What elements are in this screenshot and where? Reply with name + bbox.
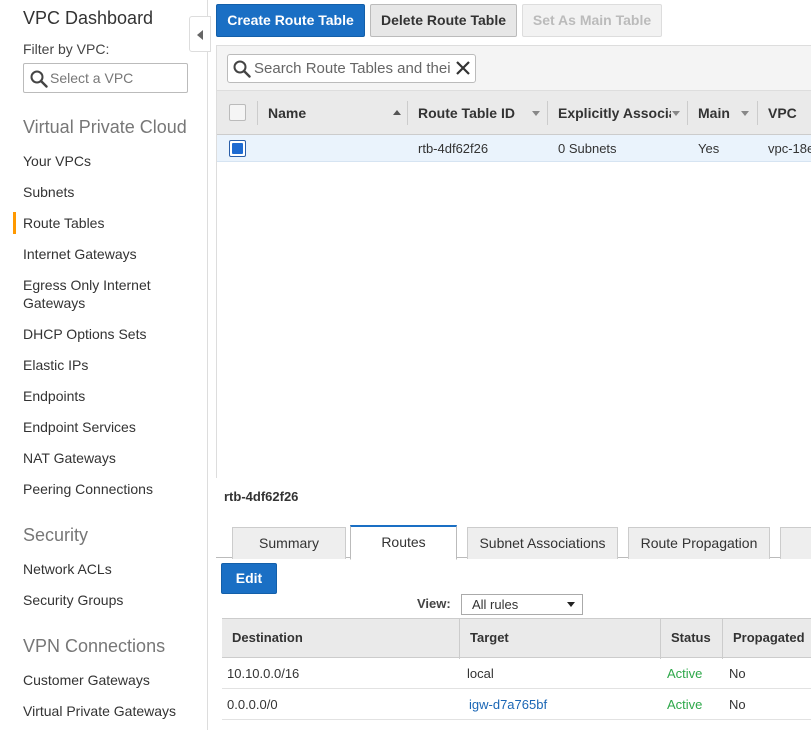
sort-ascending-icon[interactable] (393, 110, 401, 115)
column-header-vpc[interactable]: VPC (768, 91, 811, 135)
column-divider (407, 101, 408, 125)
set-as-main-table-button[interactable]: Set As Main Table (522, 4, 662, 37)
sort-icon[interactable] (741, 111, 749, 116)
column-header-status: Status (661, 619, 723, 659)
column-divider (687, 101, 688, 125)
chevron-left-icon (197, 30, 203, 40)
column-header-explicitly-associated[interactable]: Explicitly Associat (558, 91, 671, 135)
column-header-main[interactable]: Main (698, 91, 738, 135)
search-bar: Search Route Tables and thei (217, 46, 811, 91)
column-header-target: Target (460, 619, 661, 659)
column-header-destination: Destination (222, 619, 460, 659)
sidebar-item-your-vpcs[interactable]: Your VPCs (23, 152, 203, 170)
filter-by-vpc-label: Filter by VPC: (23, 41, 110, 57)
cell-propagated: No (729, 666, 746, 681)
cell-route-table-id: rtb-4df62f26 (418, 141, 489, 156)
sidebar-item-nat-gateways[interactable]: NAT Gateways (23, 449, 203, 467)
sort-icon[interactable] (532, 111, 540, 116)
column-header-route-table-id[interactable]: Route Table ID (418, 91, 533, 135)
column-divider (547, 101, 548, 125)
sidebar-item-peering-connections[interactable]: Peering Connections (23, 480, 203, 498)
sidebar-item-subnets[interactable]: Subnets (23, 183, 203, 201)
cell-destination: 0.0.0.0/0 (227, 697, 278, 712)
delete-route-table-button[interactable]: Delete Route Table (370, 4, 517, 37)
status-badge: Active (667, 697, 703, 712)
cell-target: local (467, 666, 494, 681)
sidebar-title[interactable]: VPC Dashboard (23, 8, 153, 29)
routes-table-header: Destination Target Status Propagated (222, 618, 811, 659)
detail-title: rtb-4df62f26 (224, 489, 299, 504)
create-route-table-button[interactable]: Create Route Table (216, 4, 365, 37)
sidebar-item-elastic-ips[interactable]: Elastic IPs (23, 356, 203, 374)
sidebar-item-customer-gateways[interactable]: Customer Gateways (23, 671, 203, 689)
detail-tabs: Summary Routes Subnet Associations Route… (216, 525, 811, 560)
tab-more[interactable] (780, 527, 811, 559)
column-divider (757, 101, 758, 125)
column-divider (257, 101, 258, 125)
section-virtual-private-cloud: Virtual Private Cloud (23, 117, 187, 137)
sidebar-item-endpoint-services[interactable]: Endpoint Services (23, 418, 203, 436)
column-header-propagated: Propagated (733, 630, 805, 645)
sidebar-item-route-tables[interactable]: Route Tables (13, 212, 203, 234)
search-icon (233, 60, 251, 78)
route-tables-panel: Search Route Tables and thei Name Route … (216, 45, 811, 478)
view-label: View: (417, 596, 451, 611)
vpc-filter-select[interactable] (23, 63, 188, 93)
dropdown-arrow-icon (567, 602, 575, 607)
route-table-search[interactable]: Search Route Tables and thei (227, 54, 476, 83)
sidebar-collapse-button[interactable] (189, 16, 211, 52)
view-select-value: All rules (472, 597, 519, 612)
sidebar-item-egress-only-internet-gateways[interactable]: Egress Only Internet Gateways (23, 276, 173, 312)
edit-routes-button[interactable]: Edit (221, 563, 277, 594)
tab-subnet-associations[interactable]: Subnet Associations (467, 527, 618, 559)
cell-main: Yes (698, 141, 720, 156)
status-badge: Active (667, 666, 703, 681)
sidebar: VPC Dashboard Filter by VPC: Virtual Pri… (0, 0, 208, 730)
sort-icon[interactable] (672, 111, 680, 116)
sidebar-item-internet-gateways[interactable]: Internet Gateways (23, 245, 203, 263)
table-header: Name Route Table ID Explicitly Associat … (217, 91, 811, 135)
sidebar-item-endpoints[interactable]: Endpoints (23, 387, 203, 405)
clear-search-icon[interactable] (455, 59, 471, 77)
vpc-console: VPC Dashboard Filter by VPC: Virtual Pri… (0, 0, 811, 730)
route-row: 0.0.0.0/0 igw-d7a765bf Active No (222, 689, 811, 720)
table-row[interactable]: rtb-4df62f26 0 Subnets Yes vpc-18e (217, 135, 811, 162)
search-placeholder[interactable]: Search Route Tables and thei (254, 60, 452, 78)
cell-explicitly-associated: 0 Subnets (558, 141, 617, 156)
view-rules-select[interactable]: All rules (461, 594, 583, 615)
tab-summary[interactable]: Summary (232, 527, 346, 559)
target-link[interactable]: igw-d7a765bf (469, 689, 547, 720)
search-icon (30, 70, 48, 88)
sidebar-item-network-acls[interactable]: Network ACLs (23, 560, 203, 578)
route-row: 10.10.0.0/16 local Active No (222, 658, 811, 689)
cell-destination: 10.10.0.0/16 (227, 666, 300, 681)
tab-route-propagation[interactable]: Route Propagation (628, 527, 770, 559)
sidebar-item-dhcp-options-sets[interactable]: DHCP Options Sets (23, 325, 203, 343)
row-checkbox[interactable] (229, 140, 246, 157)
section-security: Security (23, 525, 89, 545)
cell-propagated: No (729, 697, 746, 712)
section-vpn-connections: VPN Connections (23, 636, 166, 656)
routes-table: Destination Target Status Propagated 10.… (222, 618, 811, 730)
sidebar-item-virtual-private-gateways[interactable]: Virtual Private Gateways (23, 702, 203, 720)
sidebar-item-security-groups[interactable]: Security Groups (23, 591, 203, 609)
vpc-filter-input[interactable] (50, 68, 182, 88)
column-header-name[interactable]: Name (268, 91, 398, 135)
cell-vpc: vpc-18e (768, 141, 811, 156)
select-all-checkbox[interactable] (229, 104, 246, 121)
tab-routes[interactable]: Routes (350, 525, 457, 560)
